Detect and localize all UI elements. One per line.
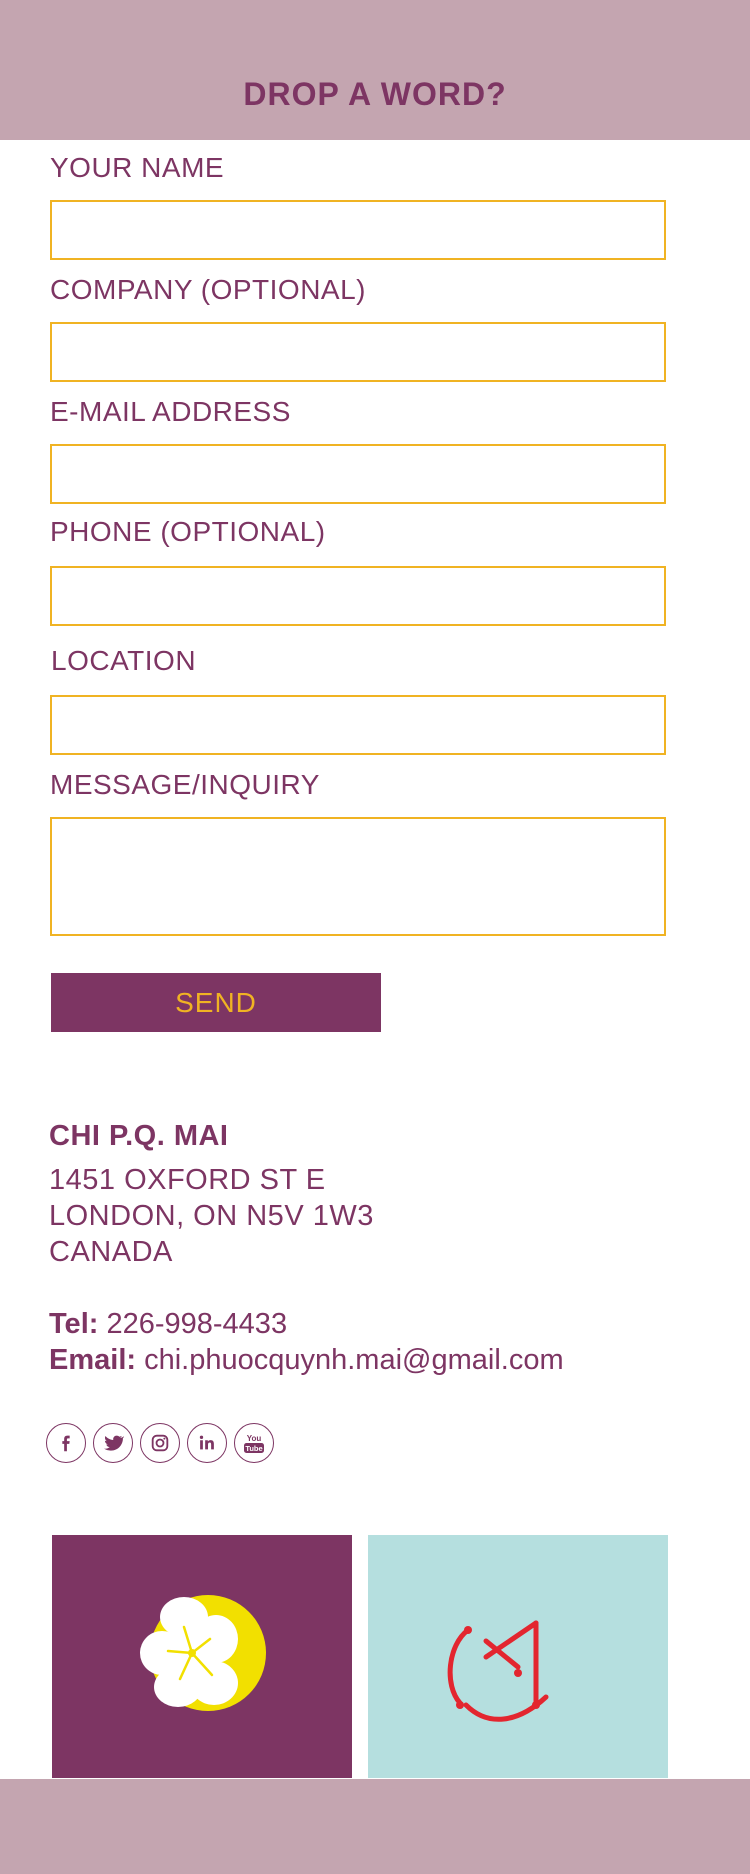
company-field[interactable]: [50, 322, 666, 382]
social-links: You Tube: [46, 1423, 274, 1465]
email-field[interactable]: [50, 444, 666, 504]
monogram-icon: [447, 1620, 549, 1722]
instagram-icon[interactable]: [140, 1423, 180, 1463]
email-label-text: Email:: [49, 1344, 137, 1376]
facebook-icon[interactable]: [46, 1423, 86, 1463]
monogram-logo-tile[interactable]: [368, 1535, 668, 1778]
company-label: COMPANY (OPTIONAL): [50, 274, 367, 305]
contact-name: CHI P.Q. MAI: [49, 1120, 229, 1152]
address-line-2: LONDON, ON N5V 1W3: [49, 1200, 374, 1232]
name-label: YOUR NAME: [50, 152, 225, 183]
youtube-you-text: You: [247, 1434, 262, 1443]
address-line-1: 1451 OXFORD ST E: [49, 1164, 326, 1196]
contact-email: Email: chi.phuocquynh.mai@gmail.com: [49, 1344, 564, 1377]
location-field[interactable]: [50, 695, 666, 755]
email-label: E-MAIL ADDRESS: [50, 396, 291, 427]
flower-icon: [140, 1595, 266, 1711]
twitter-icon[interactable]: [93, 1423, 133, 1463]
linkedin-icon[interactable]: [187, 1423, 227, 1463]
header-band: DROP A WORD?: [0, 0, 750, 140]
email-link[interactable]: chi.phuocquynh.mai@gmail.com: [144, 1344, 564, 1376]
phone-field[interactable]: [50, 566, 666, 626]
page-title: DROP A WORD?: [243, 76, 507, 112]
send-button[interactable]: SEND: [51, 973, 381, 1032]
flower-logo-tile[interactable]: [52, 1535, 352, 1778]
youtube-icon[interactable]: You Tube: [234, 1423, 274, 1463]
message-label: MESSAGE/INQUIRY: [50, 769, 320, 800]
address-line-3: CANADA: [49, 1236, 173, 1268]
tel-label: Tel:: [49, 1308, 99, 1340]
location-label: LOCATION: [51, 645, 197, 676]
footer-band: [0, 1779, 750, 1874]
youtube-tube-text: Tube: [245, 1444, 262, 1453]
contact-phone: Tel: 226-998-4433: [49, 1308, 287, 1341]
name-field[interactable]: [50, 200, 666, 260]
tel-value[interactable]: 226-998-4433: [106, 1308, 287, 1340]
message-field[interactable]: [50, 817, 666, 936]
phone-label: PHONE (OPTIONAL): [50, 516, 326, 547]
